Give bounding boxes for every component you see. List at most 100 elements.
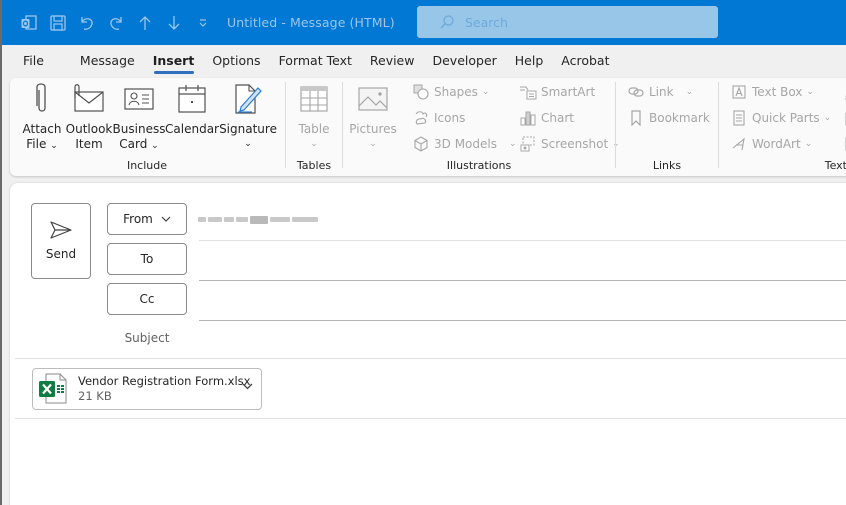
icons-label: Icons bbox=[434, 111, 466, 125]
smartart-button[interactable]: SmartArt bbox=[519, 82, 595, 102]
chevron-down-icon: ⌄ bbox=[244, 139, 252, 149]
cc-input[interactable] bbox=[199, 285, 846, 315]
paperclip-icon bbox=[36, 83, 46, 112]
outlook-item-label-1: Outlook bbox=[65, 122, 113, 136]
signature-icon bbox=[235, 84, 262, 114]
tab-help[interactable]: Help bbox=[506, 45, 553, 77]
chevron-down-icon: ⌄ bbox=[823, 113, 832, 123]
group-text: Text Box ⌄ Quick Parts ⌄ WordArt ⌄ Text bbox=[719, 78, 846, 176]
calendar-label: Calendar bbox=[165, 122, 219, 136]
pictures-button[interactable]: Pictures ⌄ bbox=[349, 82, 397, 152]
ribbon: Attach File ⌄ Outlook Item Business Card… bbox=[10, 78, 846, 176]
bookmark-label: Bookmark bbox=[649, 111, 710, 125]
tab-message[interactable]: Message bbox=[53, 45, 144, 77]
subject-input[interactable] bbox=[199, 324, 846, 354]
outlook-item-label-2: Item bbox=[75, 137, 103, 151]
table-label: Table bbox=[298, 122, 330, 136]
link-icon bbox=[628, 87, 644, 97]
text-box-button[interactable]: Text Box ⌄ bbox=[730, 82, 814, 102]
from-divider bbox=[199, 240, 846, 241]
business-card-label-1: Business bbox=[112, 122, 166, 136]
undo-button[interactable] bbox=[72, 8, 101, 38]
chart-label: Chart bbox=[541, 111, 574, 125]
compose-pane: Send From To Cc Subject Vendor Registrat… bbox=[10, 183, 846, 505]
redo-icon bbox=[109, 16, 122, 30]
to-label: To bbox=[140, 252, 154, 266]
group-label-illustrations: Illustrations bbox=[446, 159, 512, 172]
signature-button[interactable]: Signature ⌄ bbox=[219, 82, 277, 152]
send-button[interactable]: Send bbox=[31, 203, 91, 279]
group-label-include: Include bbox=[126, 159, 168, 172]
chart-button[interactable]: Chart bbox=[519, 108, 574, 128]
excel-file-icon bbox=[39, 373, 67, 404]
attach-file-label-2: File bbox=[26, 137, 47, 151]
message-body[interactable] bbox=[15, 419, 846, 505]
business-card-label-2: Card bbox=[119, 137, 148, 151]
shapes-button[interactable]: Shapes ⌄ bbox=[412, 82, 489, 102]
to-button[interactable]: To bbox=[107, 243, 187, 275]
to-input[interactable] bbox=[199, 245, 846, 275]
chevron-down-icon bbox=[161, 216, 171, 222]
attach-file-button[interactable]: Attach File ⌄ bbox=[22, 82, 62, 154]
outlook-item-button[interactable]: Outlook Item bbox=[66, 82, 112, 152]
bookmark-button[interactable]: Bookmark bbox=[627, 108, 710, 128]
link-button[interactable]: Link ⌄ bbox=[627, 82, 693, 102]
subject-label: Subject bbox=[124, 331, 170, 345]
business-card-button[interactable]: Business Card ⌄ bbox=[112, 82, 166, 154]
tab-format-text[interactable]: Format Text bbox=[270, 45, 361, 77]
calendar-button[interactable]: Calendar bbox=[165, 82, 219, 137]
tab-options[interactable]: Options bbox=[203, 45, 269, 77]
3d-models-icon bbox=[414, 136, 428, 152]
chevron-down-icon: ⌄ bbox=[806, 87, 814, 97]
tab-file[interactable]: File bbox=[23, 45, 53, 77]
customize-qat-button[interactable] bbox=[188, 8, 217, 38]
link-label: Link bbox=[649, 85, 674, 99]
tab-developer[interactable]: Developer bbox=[423, 45, 505, 77]
wordart-button[interactable]: WordArt ⌄ bbox=[730, 134, 812, 154]
smartart-label: SmartArt bbox=[541, 85, 596, 99]
tab-acrobat[interactable]: Acrobat bbox=[552, 45, 618, 77]
table-icon bbox=[300, 86, 328, 112]
quick-parts-button[interactable]: Quick Parts ⌄ bbox=[730, 108, 831, 128]
table-button[interactable]: Table ⌄ bbox=[296, 82, 332, 152]
cc-button[interactable]: Cc bbox=[107, 283, 187, 315]
attachment-item[interactable]: Vendor Registration Form.xlsx 21 KB bbox=[32, 368, 262, 410]
undo-icon bbox=[80, 16, 93, 30]
subject-divider bbox=[15, 358, 846, 359]
quick-parts-label: Quick Parts bbox=[752, 111, 820, 125]
chevron-down-icon: ⌄ bbox=[369, 139, 377, 149]
screenshot-icon bbox=[520, 136, 535, 152]
from-label: From bbox=[123, 212, 153, 226]
outlook-item-icon bbox=[74, 84, 104, 112]
chevron-down-icon: ⌄ bbox=[481, 87, 490, 97]
from-button[interactable]: From bbox=[107, 203, 187, 235]
search-icon bbox=[440, 15, 454, 29]
save-button[interactable] bbox=[43, 8, 72, 38]
redo-button[interactable] bbox=[101, 8, 130, 38]
pictures-label: Pictures bbox=[349, 122, 397, 136]
icons-button[interactable]: Icons bbox=[412, 108, 465, 128]
attachment-menu-chevron-icon[interactable] bbox=[242, 383, 253, 390]
screenshot-button[interactable]: Screenshot⌄ bbox=[519, 134, 620, 154]
group-include: Attach File ⌄ Outlook Item Business Card… bbox=[10, 78, 284, 176]
group-tables: Table ⌄ Tables bbox=[286, 78, 342, 176]
search-box[interactable] bbox=[417, 6, 718, 38]
3d-models-label: 3D Models bbox=[434, 137, 497, 151]
text-box-icon bbox=[732, 85, 746, 99]
outlook-app-button[interactable] bbox=[14, 8, 43, 38]
previous-item-button[interactable] bbox=[130, 8, 159, 38]
3d-models-button[interactable]: 3D Models ⌄ bbox=[412, 134, 517, 154]
arrow-down-icon bbox=[168, 15, 179, 30]
shapes-icon bbox=[413, 84, 429, 100]
from-address-redacted bbox=[198, 209, 323, 224]
group-illustrations: Pictures ⌄ Shapes ⌄ Icons 3D Models ⌄ Smar… bbox=[343, 78, 620, 176]
tab-insert[interactable]: Insert bbox=[144, 45, 204, 77]
to-divider bbox=[199, 280, 846, 281]
search-input[interactable] bbox=[465, 14, 685, 30]
next-item-button[interactable] bbox=[159, 8, 188, 38]
group-label-text: Text bbox=[824, 159, 846, 172]
calendar-icon bbox=[178, 85, 206, 113]
quick-parts-icon bbox=[733, 110, 745, 126]
tab-review[interactable]: Review bbox=[361, 45, 424, 77]
group-label-links: Links bbox=[652, 159, 682, 172]
